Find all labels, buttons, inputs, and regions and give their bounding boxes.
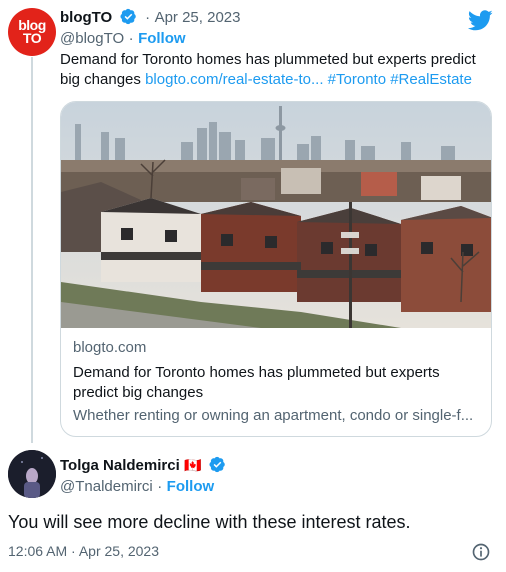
- reply-handle-row: @Tnaldemirci · Follow: [60, 478, 214, 496]
- card-title: Demand for Toronto homes has plummeted b…: [73, 364, 440, 401]
- tweet-handle-row: @blogTO · Follow: [60, 30, 186, 48]
- reply-header: Tolga Naldemirci 🇨🇦: [60, 456, 226, 475]
- author-name[interactable]: blogTO: [60, 9, 112, 26]
- canada-flag-icon: 🇨🇦: [184, 457, 202, 473]
- reply-timestamp[interactable]: 12:06 AM · Apr 25, 2023: [8, 543, 159, 559]
- tweet-header: blogTO · Apr 25, 2023: [60, 8, 240, 27]
- date-separator: ·: [145, 9, 151, 26]
- follow-button[interactable]: Follow: [138, 30, 186, 47]
- reply-follow-button[interactable]: Follow: [167, 478, 215, 495]
- verified-badge-icon: [120, 8, 136, 25]
- hashtag-toronto[interactable]: #Toronto: [328, 71, 386, 88]
- article-link[interactable]: blogto.com/real-estate-to...: [145, 71, 323, 88]
- blogto-avatar[interactable]: blog TO: [8, 8, 56, 56]
- reply-author-name[interactable]: Tolga Naldemirci: [60, 457, 180, 474]
- card-domain: blogto.com: [73, 339, 147, 356]
- card-text: blogto.com Demand for Toronto homes has …: [73, 338, 481, 426]
- author-handle[interactable]: @blogTO: [60, 30, 124, 47]
- reply-handle-separator: ·: [157, 478, 163, 495]
- handle-separator: ·: [128, 30, 134, 47]
- hashtag-realestate[interactable]: #RealEstate: [390, 71, 472, 88]
- card-description: Whether renting or owning an apartment, …: [73, 407, 474, 424]
- twitter-bird-icon[interactable]: [468, 10, 493, 31]
- tweet-date[interactable]: Apr 25, 2023: [155, 9, 241, 26]
- verified-badge-icon: [209, 456, 225, 473]
- reply-author-avatar[interactable]: [8, 450, 56, 498]
- reply-text: You will see more decline with these int…: [8, 512, 411, 532]
- article-thumbnail-image: [61, 102, 491, 328]
- avatar-text-to: TO: [22, 30, 42, 46]
- info-icon[interactable]: [471, 542, 491, 562]
- thread-connector-line: [31, 57, 33, 443]
- link-preview-card[interactable]: blogto.com Demand for Toronto homes has …: [60, 101, 492, 437]
- reply-author-handle[interactable]: @Tnaldemirci: [60, 478, 153, 495]
- reply-avatar-image: [8, 450, 56, 498]
- tweet-text: Demand for Toronto homes has plummeted b…: [60, 50, 490, 90]
